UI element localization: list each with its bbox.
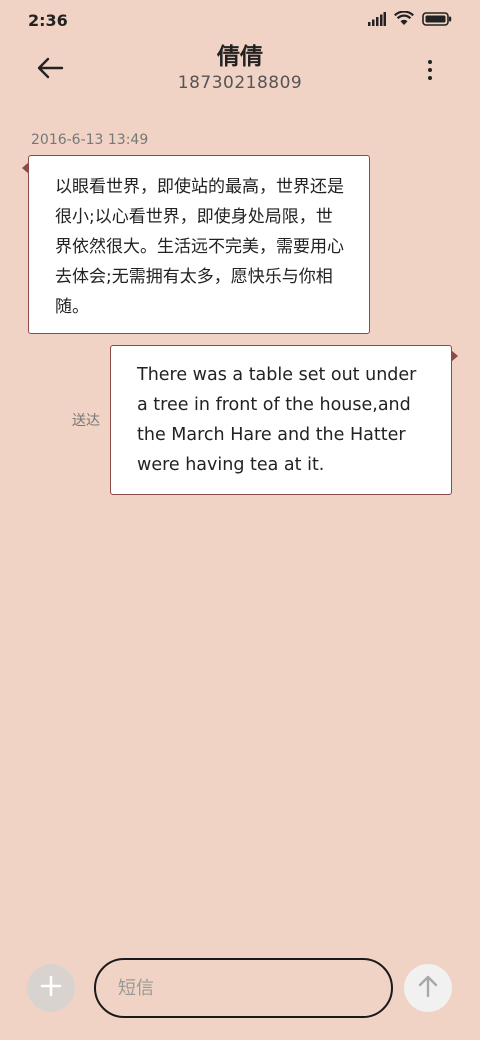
- outgoing-message-bubble[interactable]: There was a table set out under a tree i…: [110, 345, 458, 495]
- send-button[interactable]: [404, 964, 452, 1012]
- contact-number: 18730218809: [177, 73, 303, 93]
- back-arrow-icon: [36, 57, 64, 83]
- more-vertical-icon: [428, 60, 432, 64]
- incoming-message-bubble[interactable]: 以眼看世界，即使站的最高，世界还是很小;以心看世界，即使身处局限，世界依然很大。…: [22, 155, 370, 334]
- more-options-button[interactable]: [418, 54, 442, 86]
- battery-icon: [422, 11, 452, 30]
- message-input[interactable]: [94, 958, 393, 1018]
- back-button[interactable]: [34, 54, 66, 86]
- incoming-message-text: 以眼看世界，即使站的最高，世界还是很小;以心看世界，即使身处局限，世界依然很大。…: [55, 177, 344, 317]
- wifi-icon: [394, 10, 414, 30]
- contact-title: 倩倩 18730218809: [80, 42, 400, 94]
- outgoing-message-text: There was a table set out under a tree i…: [137, 365, 417, 475]
- plus-icon: [40, 975, 62, 1001]
- bubble-tail: [451, 350, 458, 362]
- signal-icon: [368, 11, 386, 30]
- contact-name: 倩倩: [217, 44, 263, 70]
- message-timestamp: 2016-6-13 13:49: [31, 132, 149, 148]
- status-icons: [368, 10, 452, 30]
- add-attachment-button[interactable]: [27, 964, 75, 1012]
- status-time: 2:36: [28, 10, 68, 30]
- status-bar: 2:36: [0, 0, 480, 40]
- message-composer: [0, 950, 480, 1026]
- delivery-status: 送达: [72, 413, 100, 429]
- bubble-tail: [22, 162, 29, 174]
- conversation-header: 倩倩 18730218809: [0, 40, 480, 104]
- send-arrow-up-icon: [417, 974, 439, 1002]
